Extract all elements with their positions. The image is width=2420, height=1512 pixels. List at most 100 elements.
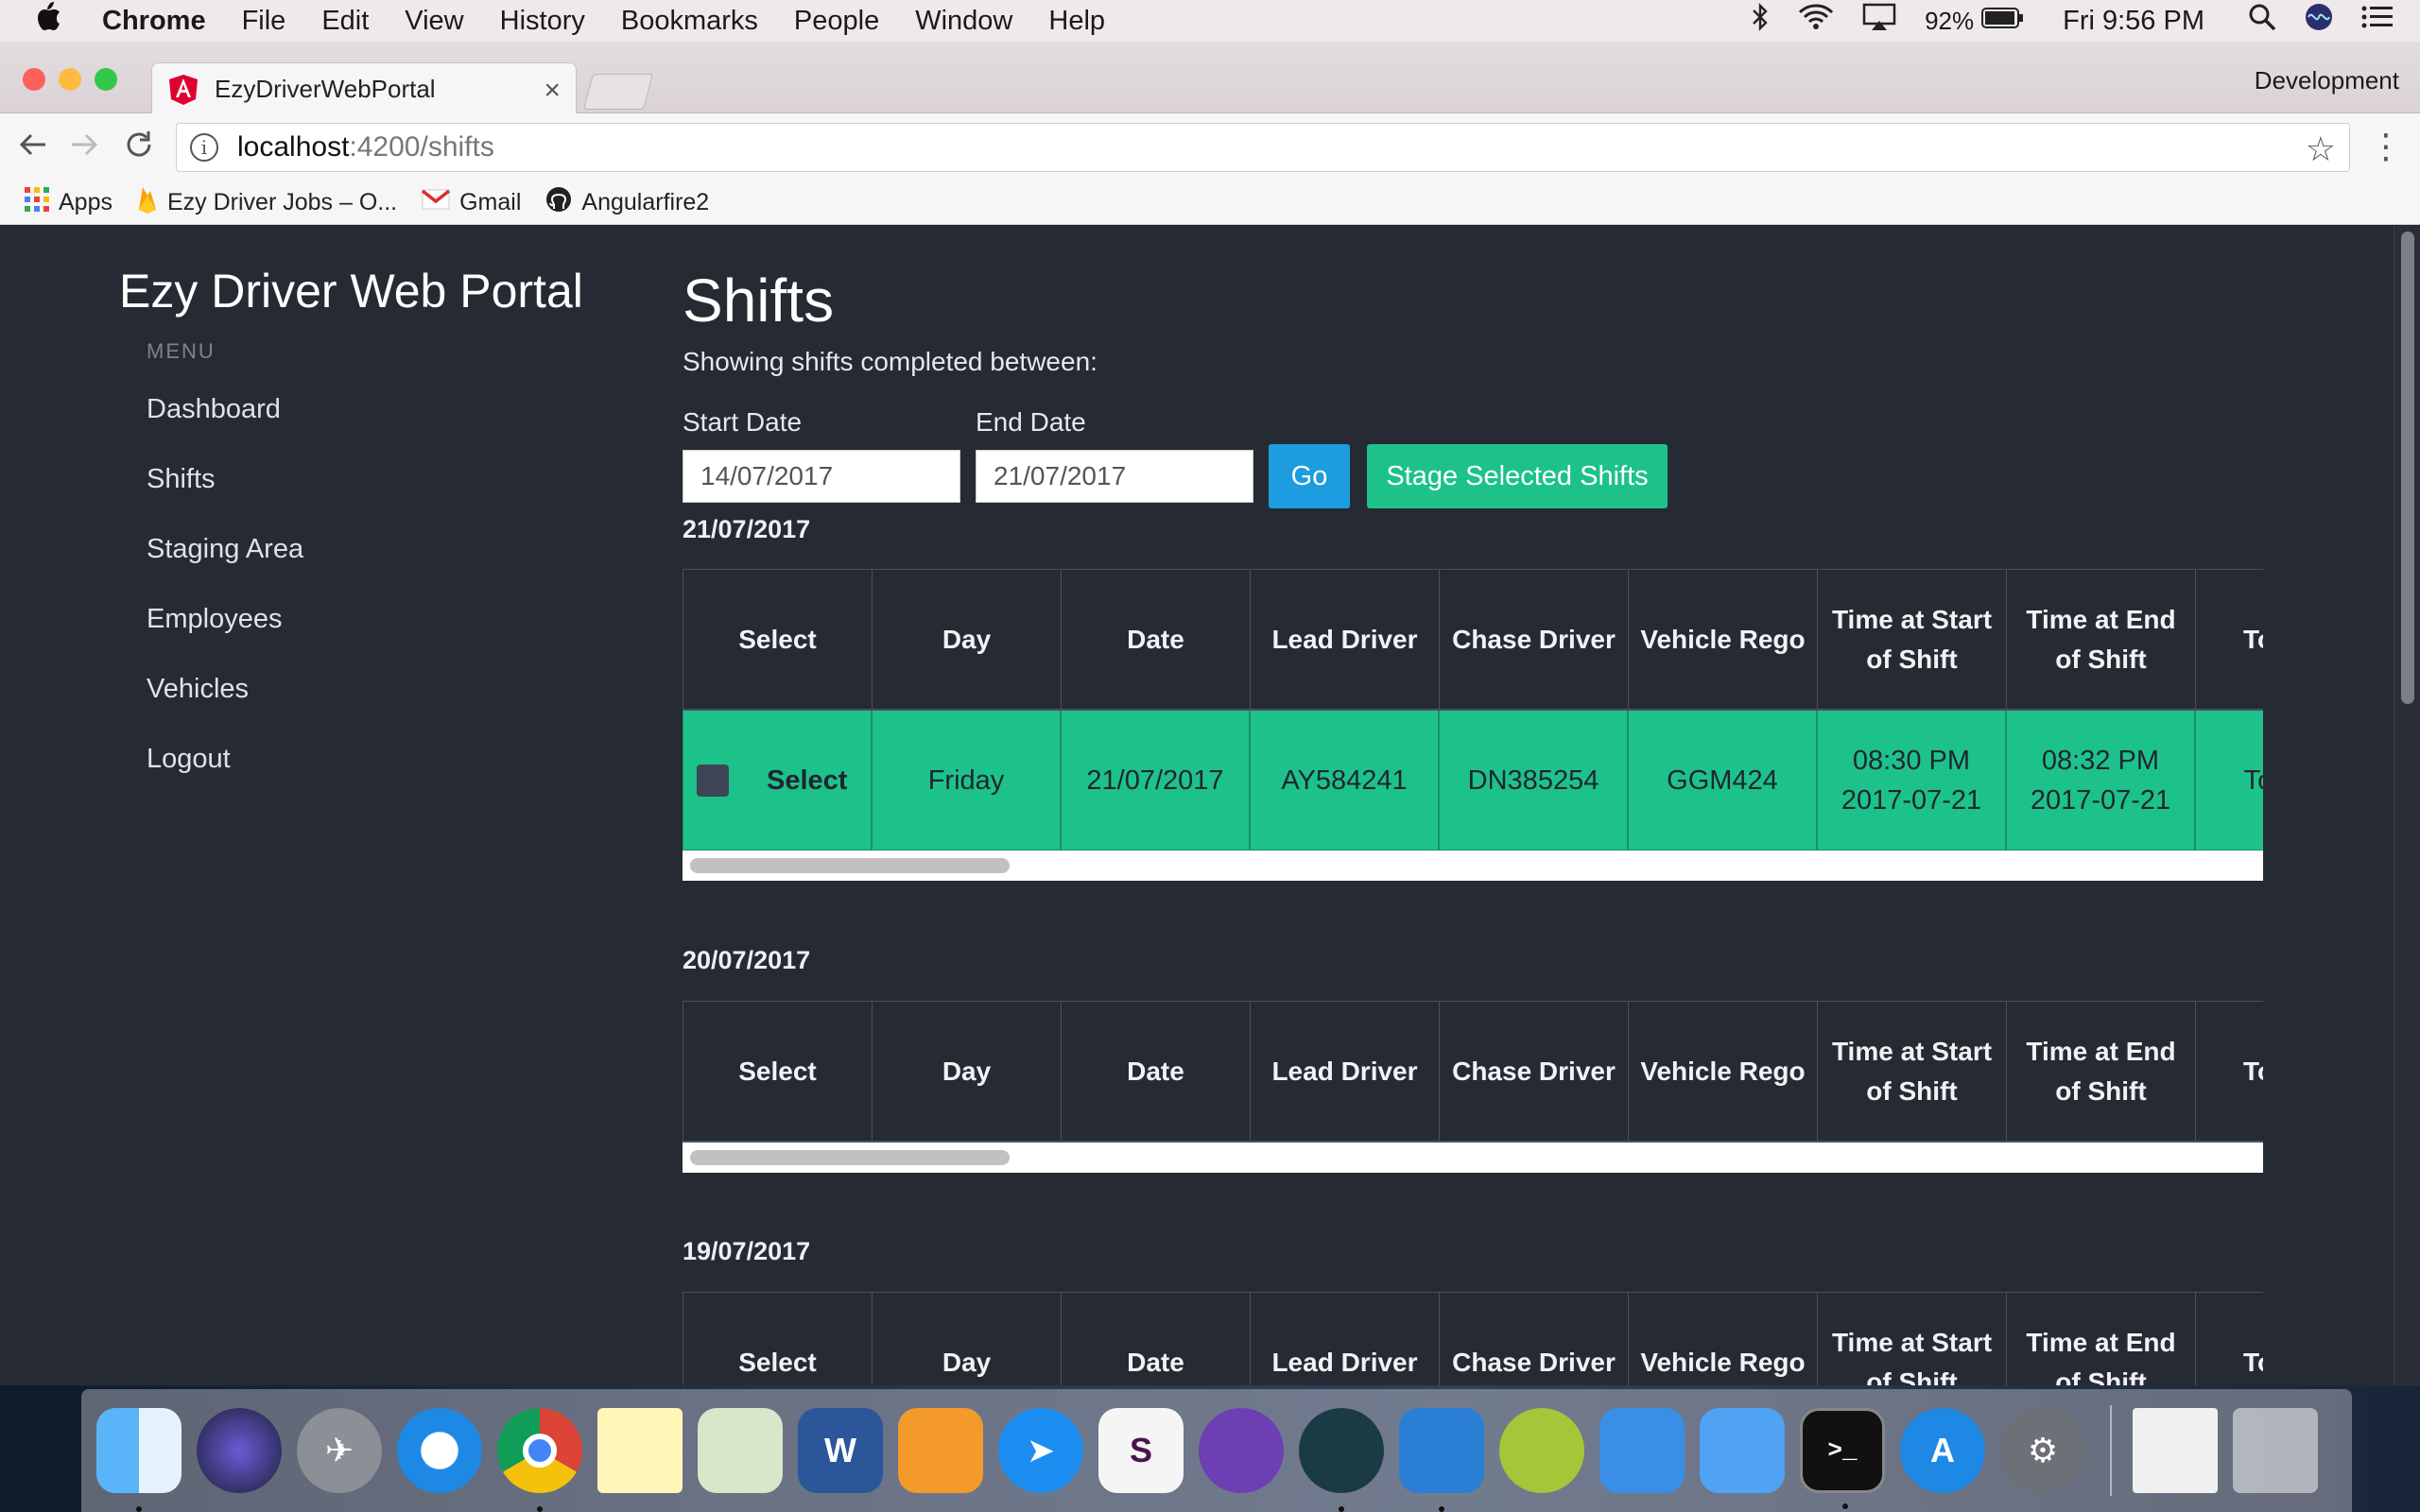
editor-app-icon[interactable] (1199, 1408, 1284, 1493)
shifts-table: Select Day Date Lead Driver Chase Driver… (683, 1292, 2263, 1385)
bookmarks-bar: Apps Ezy Driver Jobs – O... Gmail Angula… (0, 181, 2420, 225)
start-date-input[interactable]: 14/07/2017 (683, 450, 960, 503)
menu-people[interactable]: People (794, 6, 879, 37)
reload-icon[interactable] (123, 129, 155, 170)
forward-arrow-icon[interactable] (68, 129, 100, 170)
gitkraken-icon[interactable] (1299, 1408, 1384, 1512)
page-vertical-scrollbar[interactable] (2394, 226, 2420, 1385)
launchpad-icon[interactable]: ✈ (297, 1408, 382, 1493)
profile-button[interactable]: Development (2255, 66, 2399, 95)
firebase-icon (137, 185, 158, 220)
trash-icon[interactable] (2233, 1408, 2318, 1493)
menu-edit[interactable]: Edit (321, 6, 369, 37)
terminal-icon[interactable]: >_ (1800, 1408, 1885, 1509)
bookmark-ezy-driver-jobs[interactable]: Ezy Driver Jobs – O... (137, 185, 397, 220)
menu-heading: MENU (147, 339, 216, 363)
column-header-total: Total W (2195, 569, 2263, 711)
apple-menu-icon[interactable] (34, 1, 72, 41)
clock[interactable]: Fri 9:56 PM (2063, 6, 2204, 37)
notes-icon[interactable] (597, 1408, 683, 1493)
slack-icon[interactable]: S (1098, 1408, 1184, 1493)
end-date-label: End Date (976, 407, 1086, 437)
url-path: :4200/shifts (349, 131, 494, 163)
siri-icon[interactable] (2305, 3, 2333, 39)
column-header-date: Date (1061, 1292, 1250, 1385)
nav-employees[interactable]: Employees (147, 604, 282, 635)
bookmark-star-icon[interactable]: ☆ (2306, 129, 2336, 169)
bookmark-apps[interactable]: Apps (25, 187, 112, 218)
new-tab-button[interactable] (582, 74, 654, 110)
back-arrow-icon[interactable] (17, 129, 49, 170)
end-date-input[interactable]: 21/07/2017 (976, 450, 1253, 503)
go-button[interactable]: Go (1269, 444, 1350, 508)
scrollbar-thumb[interactable] (690, 1150, 1010, 1165)
shifts-table: Select Day Date Lead Driver Chase Driver… (683, 569, 2263, 881)
bookmark-angularfire2[interactable]: Angularfire2 (545, 186, 709, 219)
android-studio-icon[interactable] (1499, 1408, 1584, 1493)
battery-icon[interactable] (1981, 6, 2025, 37)
notification-center-icon[interactable] (2361, 5, 2394, 37)
select-checkbox[interactable] (697, 764, 729, 797)
nav-shifts[interactable]: Shifts (147, 464, 216, 495)
shifts-table: Select Day Date Lead Driver Chase Driver… (683, 1001, 2263, 1173)
stage-selected-shifts-button[interactable]: Stage Selected Shifts (1367, 444, 1668, 508)
word-icon[interactable]: W (798, 1408, 883, 1493)
column-header-date: Date (1061, 569, 1250, 711)
group-date-heading: 19/07/2017 (683, 1237, 811, 1265)
column-header-day: Day (872, 569, 1061, 711)
table-horizontal-scrollbar[interactable] (683, 850, 2263, 881)
group-date-heading: 21/07/2017 (683, 515, 811, 543)
bookmark-label: Apps (59, 189, 112, 215)
tab-ezydriverwebportal[interactable]: EzyDriverWebPortal × (151, 62, 577, 115)
column-header-day: Day (872, 1001, 1061, 1143)
address-bar[interactable]: i localhost:4200/shifts ☆ (176, 123, 2350, 172)
system-preferences-icon[interactable]: ⚙ (2000, 1408, 2085, 1493)
csv-file-icon[interactable] (2133, 1408, 2218, 1493)
column-header-end-time: Time at End of Shift (2006, 569, 2195, 711)
app-store-nav-icon[interactable]: ➤ (998, 1408, 1083, 1493)
nav-dashboard[interactable]: Dashboard (147, 394, 281, 425)
scrollbar-thumb[interactable] (690, 858, 1010, 873)
table-row[interactable]: Select Friday 21/07/2017 AY584241 DN3852… (683, 711, 2263, 850)
simulator-icon[interactable] (1700, 1408, 1785, 1493)
chrome-icon[interactable] (497, 1408, 582, 1512)
preview-icon[interactable] (698, 1408, 783, 1493)
pages-icon[interactable] (898, 1408, 983, 1493)
xcode-icon[interactable] (1599, 1408, 1685, 1493)
date-cell: 21/07/2017 (1061, 711, 1250, 850)
safari-icon[interactable] (397, 1408, 482, 1493)
bluetooth-icon[interactable] (1751, 3, 1770, 39)
menu-bookmarks[interactable]: Bookmarks (621, 6, 758, 37)
tab-close-icon[interactable]: × (544, 75, 561, 107)
wifi-icon[interactable] (1798, 4, 1834, 38)
column-header-date: Date (1061, 1001, 1250, 1143)
nav-logout[interactable]: Logout (147, 744, 231, 775)
window-close-button[interactable] (23, 68, 45, 91)
window-minimize-button[interactable] (59, 68, 81, 91)
brand-title[interactable]: Ezy Driver Web Portal (119, 264, 583, 318)
menu-view[interactable]: View (405, 6, 463, 37)
siri-app-icon[interactable] (197, 1408, 282, 1493)
nav-staging-area[interactable]: Staging Area (147, 534, 303, 565)
window-zoom-button[interactable] (95, 68, 117, 91)
airplay-icon[interactable] (1862, 3, 1896, 39)
browser-menu-icon[interactable]: ⋮ (2369, 127, 2403, 166)
vscode-icon[interactable] (1399, 1408, 1484, 1512)
chase-driver-cell: DN385254 (1439, 711, 1628, 850)
bookmark-gmail[interactable]: Gmail (422, 189, 521, 216)
finder-icon[interactable] (96, 1408, 182, 1512)
browser-tab-strip: EzyDriverWebPortal × Development (0, 42, 2420, 115)
menu-help[interactable]: Help (1048, 6, 1105, 37)
menu-window[interactable]: Window (915, 6, 1012, 37)
site-info-icon[interactable]: i (190, 133, 218, 162)
column-header-start-time: Time at Start of Shift (1817, 569, 2006, 711)
app-store-icon[interactable]: A (1900, 1408, 1985, 1493)
spotlight-search-icon[interactable] (2248, 3, 2276, 39)
menu-file[interactable]: File (242, 6, 286, 37)
scrollbar-thumb[interactable] (2401, 232, 2414, 704)
github-icon (545, 186, 572, 219)
menu-history[interactable]: History (500, 6, 585, 37)
nav-vehicles[interactable]: Vehicles (147, 674, 249, 705)
table-horizontal-scrollbar[interactable] (683, 1143, 2263, 1173)
menu-chrome[interactable]: Chrome (102, 6, 206, 37)
